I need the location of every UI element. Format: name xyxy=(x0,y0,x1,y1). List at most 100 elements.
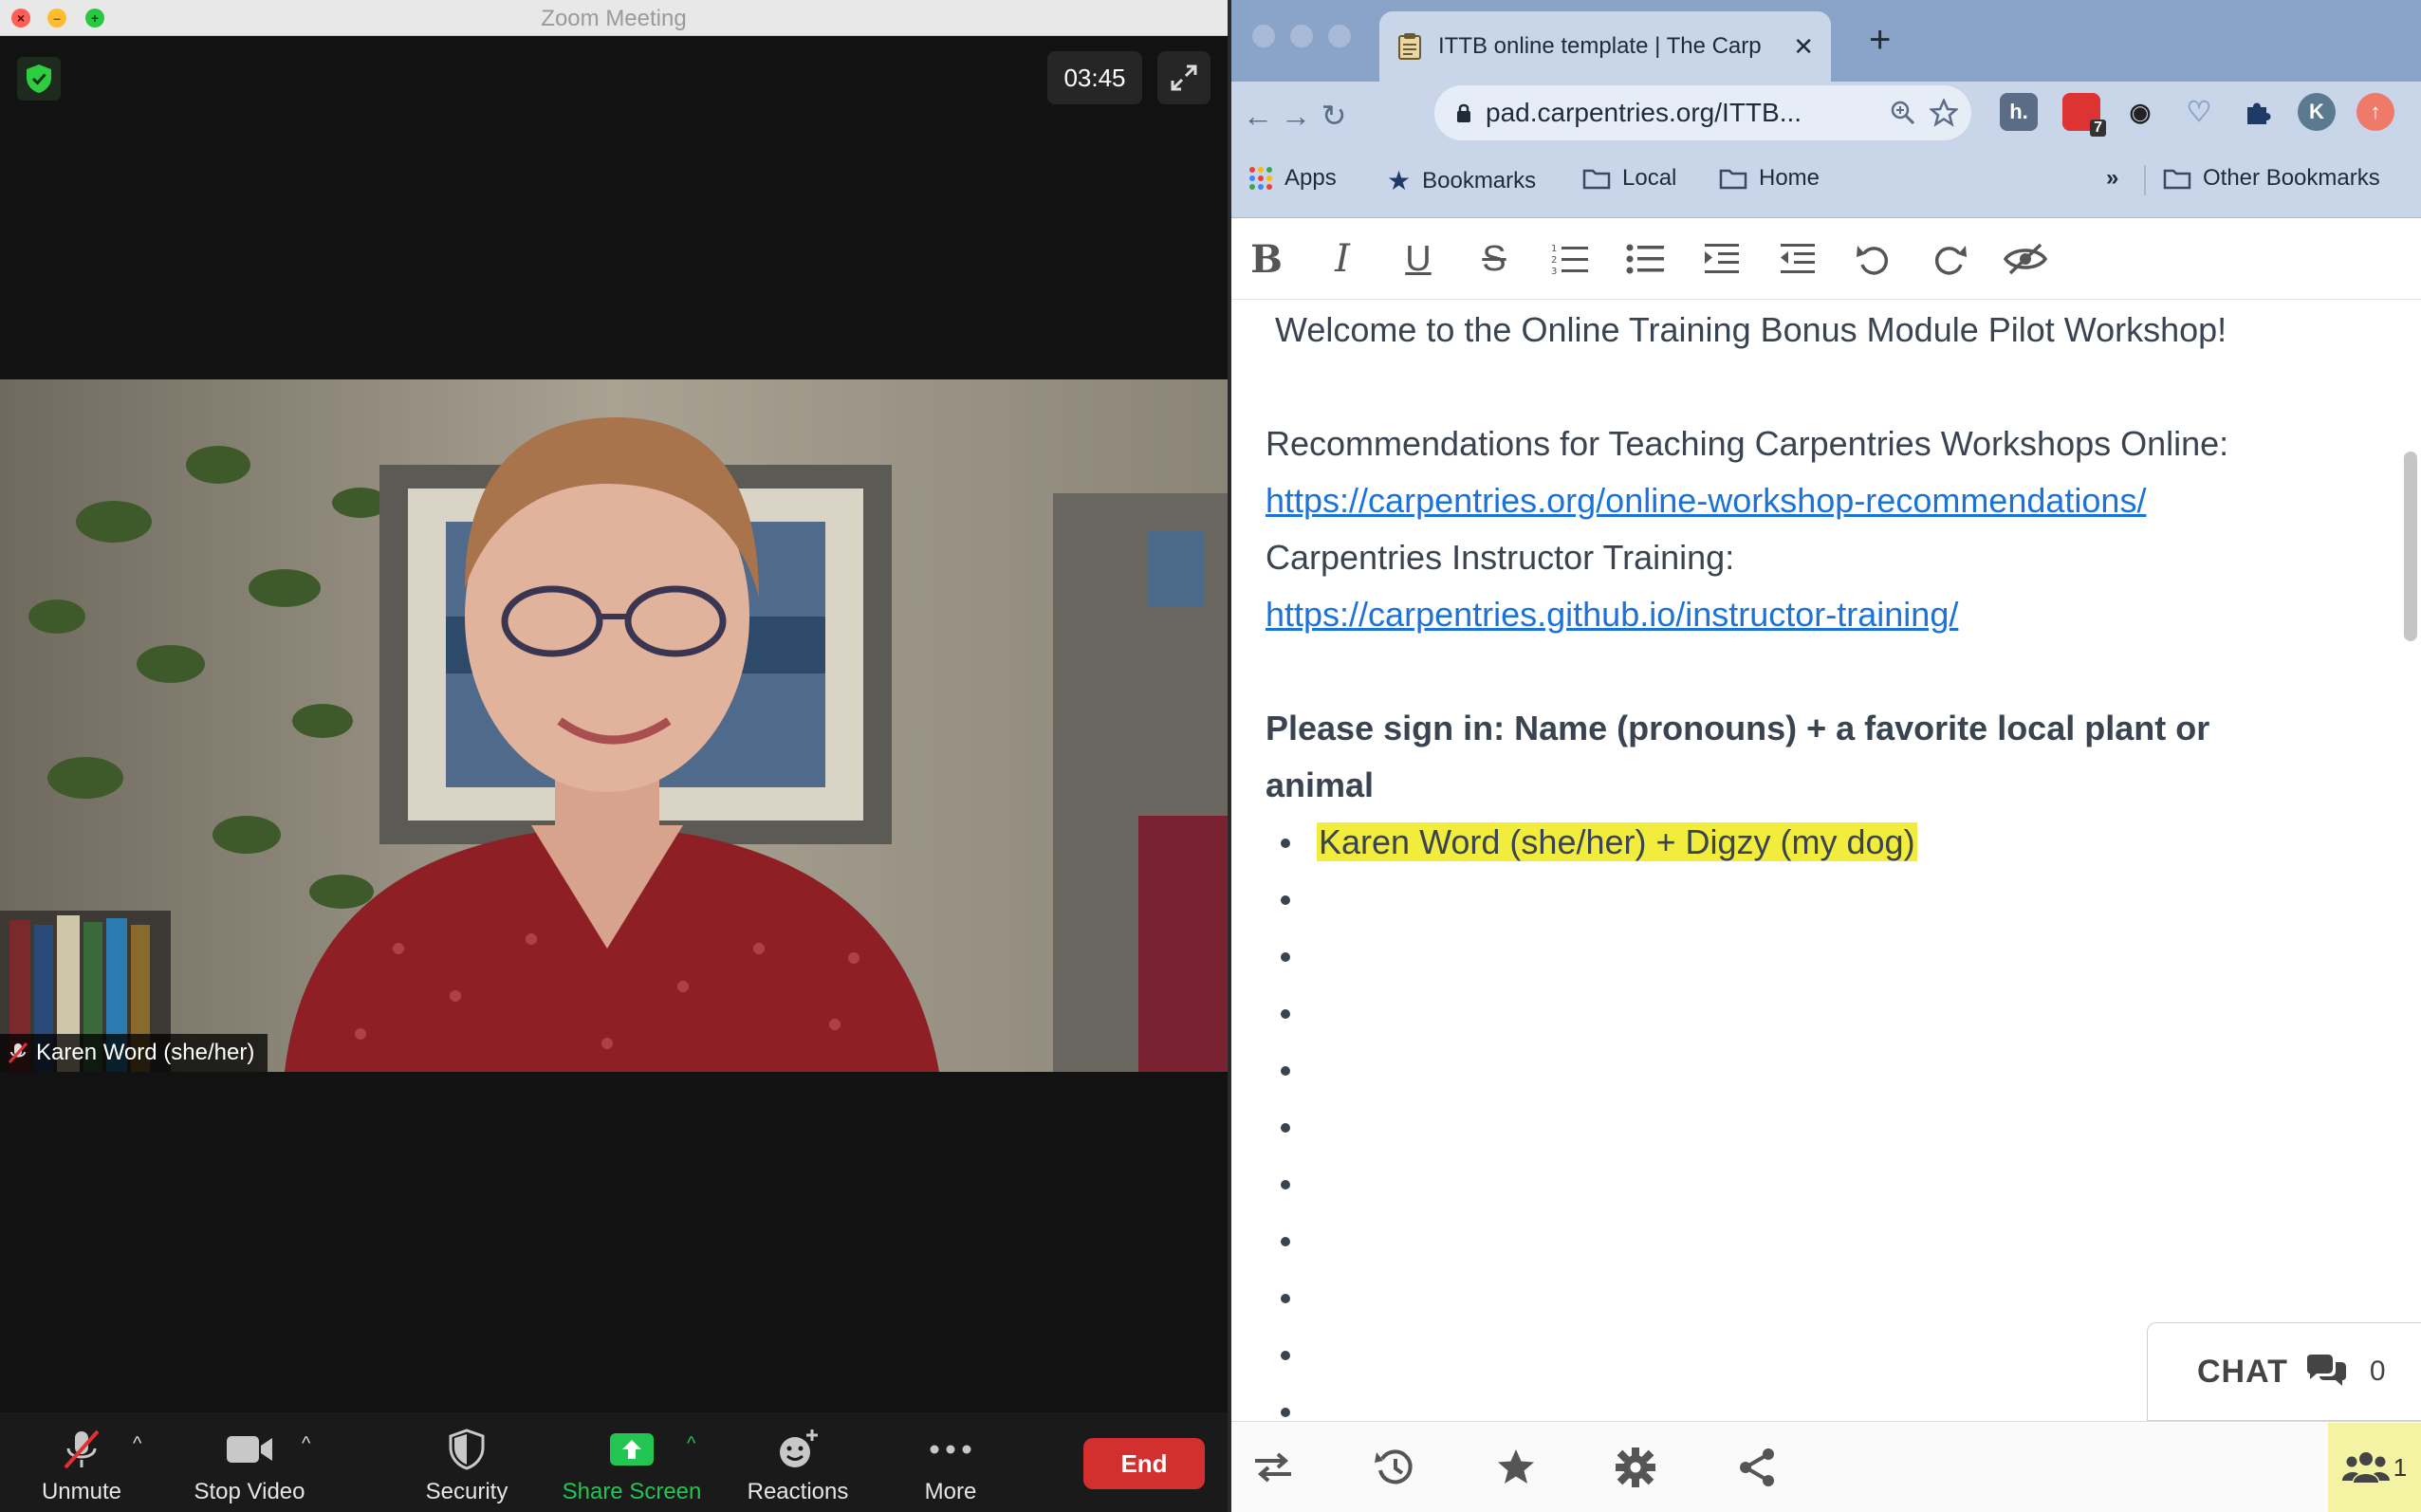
list-bullet xyxy=(1281,952,1290,962)
hide-eye-icon[interactable] xyxy=(2002,235,2049,283)
history-icon[interactable] xyxy=(1370,1443,1419,1492)
chat-bubbles-icon xyxy=(2306,1355,2346,1386)
stop-video-label: Stop Video xyxy=(194,1479,305,1504)
stop-video-button[interactable]: Stop Video xyxy=(186,1412,313,1512)
minimize-window-button[interactable] xyxy=(1290,25,1313,47)
welcome-line: Welcome to the Online Training Bonus Mod… xyxy=(1275,310,2227,349)
meeting-timer: 03:45 xyxy=(1047,51,1142,104)
indent-icon[interactable] xyxy=(1698,235,1746,283)
svg-text:1: 1 xyxy=(1551,244,1557,254)
folder-icon xyxy=(1582,169,1611,190)
share-options-caret-icon[interactable]: ^ xyxy=(687,1433,695,1455)
star-icon[interactable] xyxy=(1491,1443,1541,1492)
share-icon[interactable] xyxy=(1732,1443,1782,1492)
muted-mic-icon xyxy=(64,1429,100,1469)
chat-label: CHAT xyxy=(2197,1353,2288,1390)
bookmark-other-label: Other Bookmarks xyxy=(2203,165,2380,191)
video-options-caret-icon[interactable]: ^ xyxy=(302,1433,310,1455)
meeting-controls-toolbar: Unmute ^ Stop Video ^ Security Share Scr… xyxy=(0,1412,1228,1512)
mask-extension-icon[interactable]: ◉ xyxy=(2121,93,2159,131)
unordered-list-icon[interactable] xyxy=(1622,235,1670,283)
redo-icon[interactable] xyxy=(1926,235,1973,283)
bookmark-bookmarks-label: Bookmarks xyxy=(1422,167,1537,194)
svg-text:3: 3 xyxy=(1551,267,1557,276)
document-scrollbar[interactable] xyxy=(2404,452,2417,641)
bookmark-apps[interactable]: Apps xyxy=(1248,165,1337,192)
share-screen-label: Share Screen xyxy=(562,1479,702,1504)
unmute-button[interactable]: Unmute xyxy=(32,1412,131,1512)
more-button[interactable]: More xyxy=(907,1412,994,1512)
bookmark-star-icon[interactable] xyxy=(1930,99,1958,127)
close-window-button[interactable] xyxy=(1252,25,1275,47)
forward-arrow-icon[interactable]: → xyxy=(1275,95,1317,137)
browser-window: ITTB online template | The Carp ✕ + ← → … xyxy=(1231,0,2421,1512)
tab-ittb-template[interactable]: ITTB online template | The Carp ✕ xyxy=(1379,11,1831,82)
settings-gear-icon[interactable] xyxy=(1611,1443,1660,1492)
bookmarks-overflow-button[interactable]: » xyxy=(2106,165,2118,192)
strikethrough-icon[interactable]: S xyxy=(1470,235,1518,283)
unmute-label: Unmute xyxy=(41,1479,122,1504)
folder-icon xyxy=(1719,169,1747,190)
encryption-shield-icon[interactable] xyxy=(17,57,61,101)
users-online-button[interactable]: 1 xyxy=(2328,1423,2421,1512)
address-bar[interactable]: pad.carpentries.org/ITTB... xyxy=(1434,85,1971,140)
video-camera-icon xyxy=(227,1436,272,1463)
reload-icon[interactable]: ↻ xyxy=(1313,95,1355,137)
chat-count: 0 xyxy=(2369,1355,2386,1387)
undo-icon[interactable] xyxy=(1850,235,1897,283)
list-bullet xyxy=(1281,1351,1290,1360)
pocket-extension-icon[interactable]: ♡ xyxy=(2180,93,2218,131)
more-dots-icon xyxy=(930,1445,971,1454)
chat-toggle[interactable]: CHAT 0 xyxy=(2147,1322,2421,1421)
sync-arrows-icon[interactable] xyxy=(1248,1443,1298,1492)
bookmark-bookmarks[interactable]: ★ Bookmarks xyxy=(1387,165,1536,196)
hypothesis-extension-icon[interactable]: h. xyxy=(2000,93,2038,131)
pad-format-toolbar: B I U S 123 xyxy=(1231,218,2421,300)
security-label: Security xyxy=(425,1479,508,1504)
muted-mic-icon xyxy=(8,1042,28,1064)
lock-icon xyxy=(1457,103,1470,122)
sign-in-entry-karen: Karen Word (she/her) + Digzy (my dog) xyxy=(1317,822,1917,861)
back-arrow-icon[interactable]: ← xyxy=(1237,95,1279,137)
zoom-magnifier-icon[interactable] xyxy=(1890,100,1916,126)
close-tab-icon[interactable]: ✕ xyxy=(1793,32,1814,62)
share-screen-icon xyxy=(610,1433,654,1466)
list-bullet xyxy=(1281,1123,1290,1133)
participant-name-tag: Karen Word (she/her) xyxy=(0,1034,268,1072)
bookmark-folder-local[interactable]: Local xyxy=(1582,165,1676,192)
recommendations-link[interactable]: https://carpentries.org/online-workshop-… xyxy=(1266,481,2146,520)
bookmark-local-label: Local xyxy=(1622,165,1677,191)
calendar-extension-icon[interactable]: 7 xyxy=(2062,93,2106,137)
underline-icon[interactable]: U xyxy=(1395,235,1442,283)
list-bullet xyxy=(1281,1009,1290,1019)
bookmark-folder-home[interactable]: Home xyxy=(1719,165,1820,192)
share-screen-button[interactable]: Share Screen xyxy=(556,1412,708,1512)
security-shield-icon xyxy=(449,1429,485,1470)
users-group-icon xyxy=(2341,1452,2390,1483)
audio-options-caret-icon[interactable]: ^ xyxy=(133,1433,141,1455)
bookmark-folder-other[interactable]: Other Bookmarks xyxy=(2163,165,2380,192)
instructor-training-link[interactable]: https://carpentries.github.io/instructor… xyxy=(1266,595,1958,634)
fullscreen-button[interactable] xyxy=(1157,51,1210,104)
list-bullet xyxy=(1281,839,1290,848)
italic-icon[interactable]: I xyxy=(1319,235,1366,283)
update-arrow-icon[interactable]: ↑ xyxy=(2356,93,2394,131)
bookmark-home-label: Home xyxy=(1759,165,1820,191)
profile-avatar[interactable]: K xyxy=(2298,93,2336,131)
pad-bottom-toolbar xyxy=(1231,1421,2421,1512)
security-button[interactable]: Security xyxy=(417,1412,516,1512)
list-bullet xyxy=(1281,1066,1290,1076)
sign-in-prompt-continued: animal xyxy=(1266,765,1375,804)
star-icon: ★ xyxy=(1387,166,1412,195)
pad-document[interactable]: Welcome to the Online Training Bonus Mod… xyxy=(1231,300,2398,1419)
outdent-icon[interactable] xyxy=(1774,235,1821,283)
reactions-button[interactable]: Reactions xyxy=(736,1412,859,1512)
extensions-puzzle-icon[interactable] xyxy=(2239,93,2277,131)
new-tab-plus-icon[interactable]: + xyxy=(1869,21,1891,59)
ordered-list-icon[interactable]: 123 xyxy=(1546,235,1594,283)
sign-in-prompt: Please sign in: Name (pronouns) + a favo… xyxy=(1266,709,2210,747)
recommendations-label: Recommendations for Teaching Carpentries… xyxy=(1266,424,2229,463)
end-meeting-button[interactable]: End xyxy=(1083,1438,1205,1489)
bold-icon[interactable]: B xyxy=(1243,235,1290,283)
maximize-window-button[interactable] xyxy=(1328,25,1351,47)
